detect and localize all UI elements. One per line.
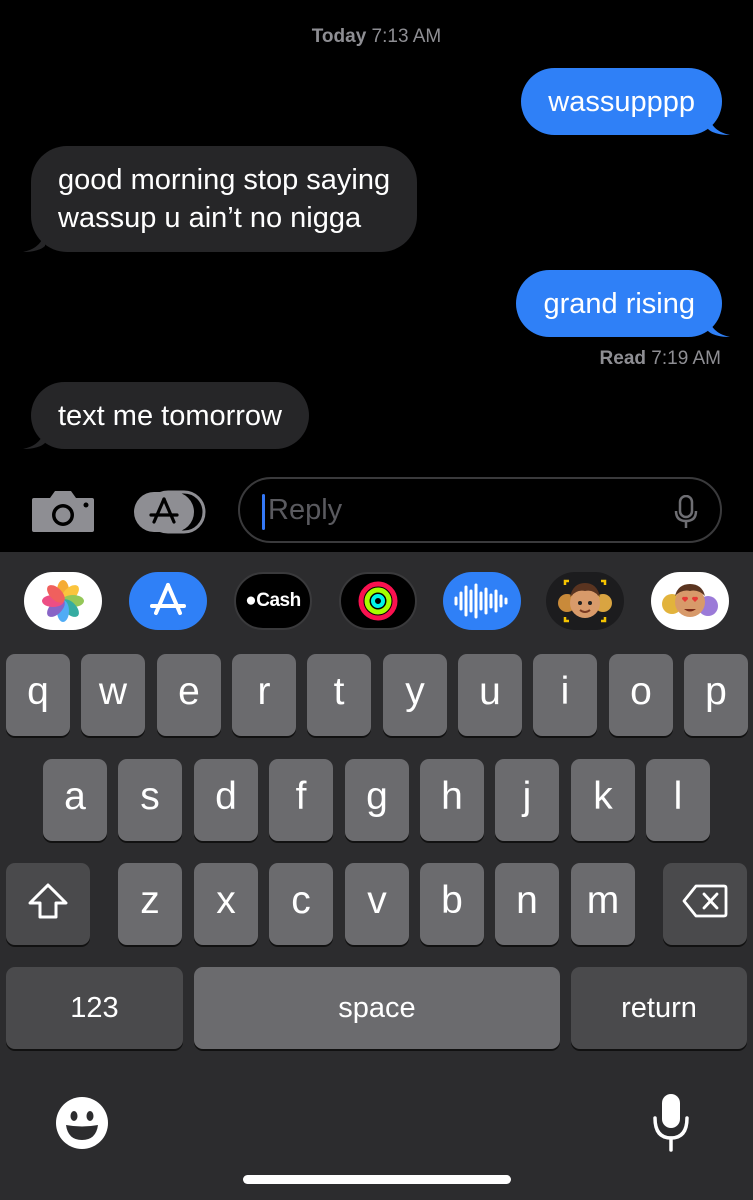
apple-cash-icon: ●Cash: [245, 590, 301, 611]
key-a[interactable]: a: [43, 759, 107, 841]
message-timestamp: Today 7:13 AM: [0, 26, 753, 48]
memoji-icon: [558, 579, 612, 623]
keyboard: ●Cash q w e r t y u i o p a s d f g h j …: [0, 552, 753, 1200]
key-e[interactable]: e: [157, 654, 221, 736]
key-k[interactable]: k: [571, 759, 635, 841]
memoji-stickers-icon: [662, 584, 718, 617]
delete-icon: [682, 884, 728, 918]
shift-icon: [28, 883, 68, 919]
message-text-line-2: wassup u ain’t no nigga: [58, 202, 362, 234]
key-i[interactable]: i: [533, 654, 597, 736]
read-receipt: Read 7:19 AM: [600, 348, 721, 370]
memoji-app-button[interactable]: [546, 572, 624, 630]
key-m[interactable]: m: [571, 863, 635, 945]
bubble-tail: [708, 113, 730, 135]
key-s[interactable]: s: [118, 759, 182, 841]
photos-icon: [42, 580, 84, 622]
camera-icon[interactable]: [30, 488, 96, 534]
key-p[interactable]: p: [684, 654, 748, 736]
key-f[interactable]: f: [269, 759, 333, 841]
key-x[interactable]: x: [194, 863, 258, 945]
read-time: 7:19 AM: [651, 348, 721, 369]
key-z[interactable]: z: [118, 863, 182, 945]
message-text: text me tomorrow: [58, 399, 282, 432]
key-j[interactable]: j: [495, 759, 559, 841]
timestamp-day: Today: [311, 26, 367, 47]
home-indicator[interactable]: [243, 1175, 511, 1184]
timestamp-time: 7:13 AM: [371, 26, 442, 47]
microphone-icon[interactable]: [674, 495, 698, 529]
memoji-stickers-app-button[interactable]: [651, 572, 729, 630]
message-input-bar: [0, 468, 753, 552]
key-l[interactable]: l: [646, 759, 710, 841]
waveform-icon: [454, 583, 508, 619]
message-text: wassupppp: [548, 85, 695, 118]
activity-rings-icon: [358, 581, 398, 621]
key-n[interactable]: n: [495, 863, 559, 945]
app-store-app-button[interactable]: [129, 572, 207, 630]
message-bubble-received[interactable]: good morning stop saying wassup u ain’t …: [23, 146, 418, 252]
key-q[interactable]: q: [6, 654, 70, 736]
app-store-icon[interactable]: [132, 490, 206, 534]
bubble-tail: [23, 427, 45, 449]
return-key[interactable]: return: [571, 967, 747, 1049]
key-r[interactable]: r: [232, 654, 296, 736]
key-t[interactable]: t: [307, 654, 371, 736]
text-caret: [262, 494, 265, 530]
reply-input[interactable]: [268, 479, 648, 541]
space-key[interactable]: space: [194, 967, 560, 1049]
emoji-icon[interactable]: [55, 1096, 109, 1150]
apple-cash-app-button[interactable]: ●Cash: [234, 572, 312, 630]
key-d[interactable]: d: [194, 759, 258, 841]
key-o[interactable]: o: [609, 654, 673, 736]
key-y[interactable]: y: [383, 654, 447, 736]
activity-app-button[interactable]: [339, 572, 417, 630]
message-bubble-sent[interactable]: wassupppp: [521, 68, 730, 135]
dictation-microphone-icon[interactable]: [652, 1092, 690, 1154]
message-text: grand rising: [543, 287, 695, 320]
key-g[interactable]: g: [345, 759, 409, 841]
key-c[interactable]: c: [269, 863, 333, 945]
numbers-key[interactable]: 123: [6, 967, 183, 1049]
key-u[interactable]: u: [458, 654, 522, 736]
message-bubble-sent[interactable]: grand rising: [516, 270, 730, 337]
delete-key[interactable]: [663, 863, 747, 945]
message-bubble-received[interactable]: text me tomorrow: [23, 382, 309, 449]
photos-app-button[interactable]: [24, 572, 102, 630]
bubble-tail: [708, 315, 730, 337]
key-w[interactable]: w: [81, 654, 145, 736]
audio-message-app-button[interactable]: [443, 572, 521, 630]
read-label: Read: [599, 348, 646, 369]
reply-field[interactable]: [238, 477, 722, 543]
app-store-icon: [150, 583, 186, 615]
bubble-tail: [23, 230, 45, 252]
apple-cash-label: Cash: [256, 590, 301, 611]
key-v[interactable]: v: [345, 863, 409, 945]
key-h[interactable]: h: [420, 759, 484, 841]
key-b[interactable]: b: [420, 863, 484, 945]
message-text-line-1: good morning stop saying: [58, 164, 391, 196]
app-drawer: ●Cash: [0, 572, 753, 632]
shift-key[interactable]: [6, 863, 90, 945]
